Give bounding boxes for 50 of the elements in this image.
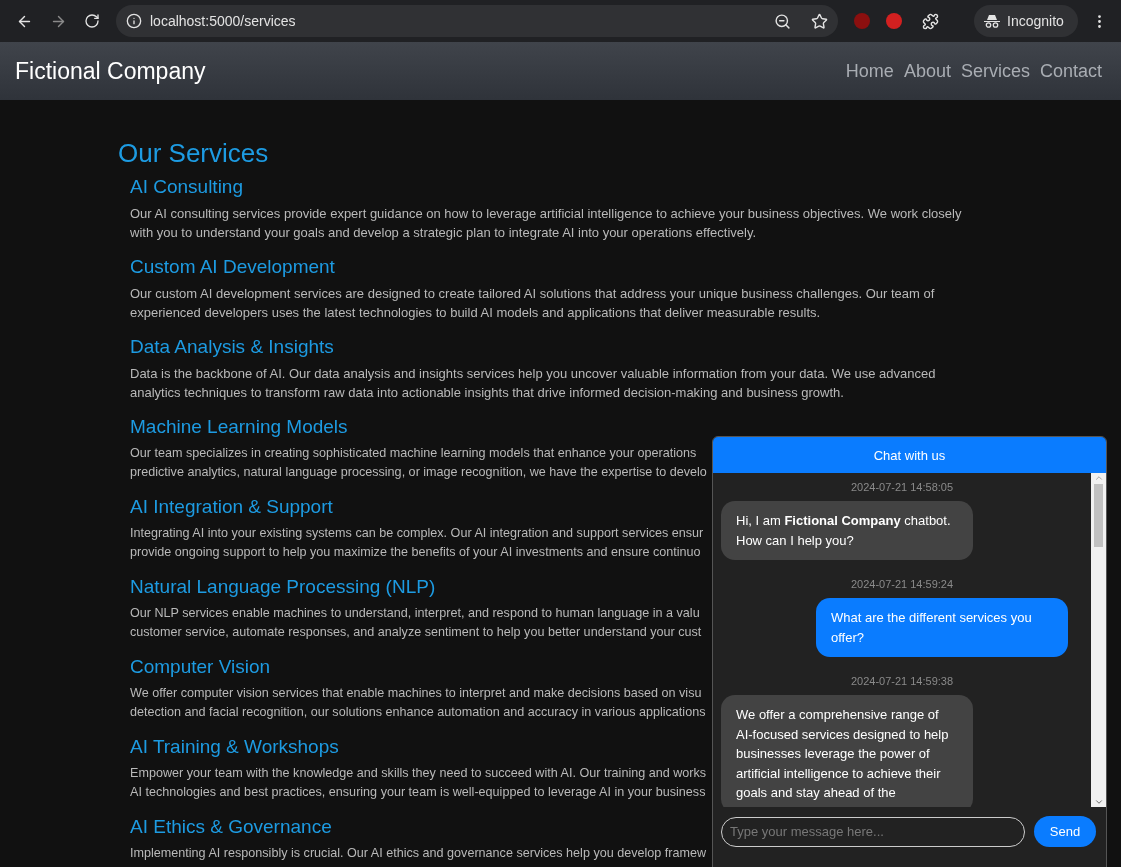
service-description-line: We offer computer vision services that enable machines to interpret and make decisions based on visu bbox=[130, 685, 702, 702]
service-description-line: Our NLP services enable machines to understand, interpret, and respond to human language in a valu bbox=[130, 605, 700, 622]
service-description: Data is the backbone of AI. Our data analysis and insights services help you uncover valuable information from your data. We use advanced analytics techniques to transform raw data into actionable insights that drive informed decision-making and business growth. bbox=[130, 365, 937, 402]
service-description-line: AI technologies and best practices, ensuring your team is well-equipped to leverage AI in your business bbox=[130, 784, 706, 801]
service-heading: AI Consulting bbox=[130, 176, 243, 198]
service-description: Our custom AI development services are designed to create tailored AI solutions that address your unique business challenges. Our team of experienced developers uses the latest technologies to build AI models and applications that deliver measurable results. bbox=[130, 285, 936, 322]
chat-header: Chat with us bbox=[713, 437, 1106, 473]
service-description-line: detection and facial recognition, our solutions enhance automation and accuracy in various applications bbox=[130, 704, 706, 721]
service-heading: AI Integration & Support bbox=[130, 496, 333, 518]
service-description-line: Empower your team with the knowledge and skills they need to succeed with AI. Our training and works bbox=[130, 765, 707, 782]
info-icon bbox=[126, 13, 142, 29]
reload-icon[interactable] bbox=[84, 13, 100, 29]
service-description-line: customer service, automate responses, and analyze sentiment to help you better understand your cust bbox=[130, 624, 702, 641]
service-description: Our AI consulting services provide expert guidance on how to leverage artificial intelligence to achieve your business objectives. We work closely with you to understand your goals and develop a strategic plan to integrate AI into your operations effectively. bbox=[130, 205, 963, 242]
incognito-icon bbox=[984, 14, 1000, 28]
scrollbar-thumb[interactable] bbox=[1094, 484, 1103, 547]
service-heading: Custom AI Development bbox=[130, 256, 335, 278]
user-message: What are the different services you offer? bbox=[816, 598, 1068, 657]
service-heading: Data Analysis & Insights bbox=[130, 336, 334, 358]
bot-message: We offer a comprehensive range of AI-focused services designed to help businesses leverage the power of artificial intelligence to achieve their goals and stay ahead of the bbox=[721, 695, 973, 807]
service-heading: Computer Vision bbox=[130, 656, 271, 678]
incognito-profile-button[interactable]: Incognito bbox=[974, 5, 1078, 37]
bookmark-star-icon[interactable] bbox=[811, 12, 828, 30]
scrollbar[interactable] bbox=[1091, 473, 1106, 807]
message-timestamp: 2024-07-21 14:59:38 bbox=[850, 675, 954, 687]
service-description-line: predictive analytics, natural language processing, or image recognition, we have the expertise to develo bbox=[130, 464, 707, 481]
page-title: Our Services bbox=[118, 138, 270, 168]
service-description-line: provide ongoing support to help you maximize the benefits of your AI investments and ensure continuo bbox=[130, 544, 701, 561]
service-description-line: Our team specializes in creating sophisticated machine learning models that enhance your operations bbox=[130, 445, 697, 462]
zoom-icon[interactable] bbox=[774, 12, 791, 30]
message-input[interactable]: Type your message here... bbox=[721, 816, 1025, 847]
service-heading: AI Ethics & Governance bbox=[130, 816, 332, 838]
service-description-line: Integrating AI into your existing systems can be complex. Our AI integration and support services ensur bbox=[130, 525, 704, 542]
nav-link[interactable]: Home bbox=[845, 60, 894, 82]
service-heading: AI Training & Workshops bbox=[130, 736, 339, 758]
nav-link[interactable]: Services bbox=[960, 60, 1030, 82]
puzzle-icon[interactable] bbox=[921, 12, 939, 30]
send-button[interactable]: Send bbox=[1034, 816, 1096, 847]
nav-link[interactable]: Contact bbox=[1039, 60, 1102, 82]
bot-message: Hi, I am Fictional Company chatbot. How can I help you? bbox=[721, 501, 973, 560]
message-timestamp: 2024-07-21 14:58:05 bbox=[850, 481, 954, 493]
address-bar[interactable]: localhost:5000/services bbox=[116, 5, 838, 37]
message-timestamp: 2024-07-21 14:59:24 bbox=[850, 578, 954, 590]
nav-link[interactable]: About bbox=[903, 60, 951, 82]
service-heading: Natural Language Processing (NLP) bbox=[130, 576, 436, 598]
scroll-down-icon[interactable] bbox=[1093, 797, 1104, 807]
service-description-line: Implementing AI responsibly is crucial. Our AI ethics and governance services help you develop framew bbox=[130, 845, 707, 862]
service-heading: Machine Learning Models bbox=[130, 416, 348, 438]
url-text: localhost:5000/services bbox=[150, 13, 297, 29]
brand-name: Fictional Company bbox=[15, 57, 206, 85]
